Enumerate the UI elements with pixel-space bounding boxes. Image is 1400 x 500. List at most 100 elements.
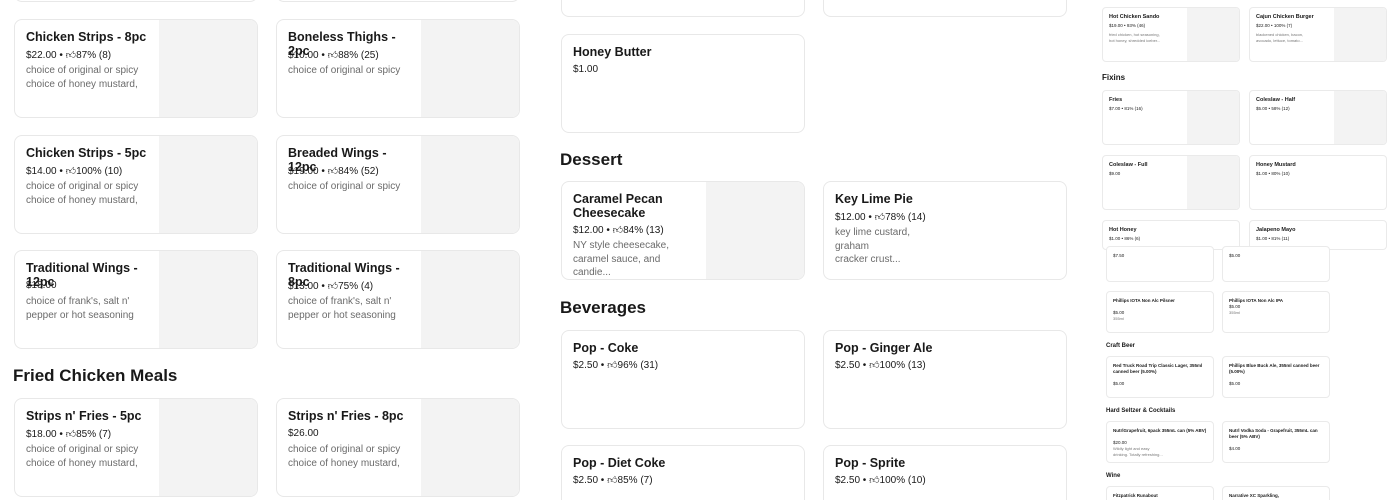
preview-item-card[interactable]: Honey Mustard $1.00 • 80% (10) — [1249, 155, 1387, 210]
item-image — [421, 251, 519, 348]
menu-item-card[interactable] — [276, 0, 520, 2]
item-price: $14.00 — [26, 166, 57, 177]
menu-page: Chicken Strips - 8pc $22.00 • 👍︎87% (8) … — [0, 0, 1400, 500]
item-image — [421, 399, 519, 496]
section-heading: Beverages — [560, 298, 647, 317]
thumbs-up-icon: 👍︎ — [869, 475, 880, 486]
item-price: $18.00 — [26, 429, 57, 440]
item-name: Chicken Strips - 8pc — [26, 30, 147, 44]
thumbs-up-icon: 👍︎ — [874, 212, 886, 223]
item-name: NutrlGrapefruit, 6pack 355mL can (5% ABV… — [1113, 428, 1207, 433]
preview-item-card[interactable]: Hot Chicken Sando $19.00 • 93% (46) frie… — [1102, 7, 1240, 62]
item-image — [706, 182, 804, 279]
item-image — [1334, 91, 1386, 144]
section-heading: Fixins — [1102, 73, 1126, 82]
item-name: Phillips IOTA Non Alc Pilsner — [1113, 298, 1175, 303]
menu-item-card[interactable]: Caramel Pecan Cheesecake $12.00 • 👍︎84% … — [561, 181, 805, 280]
item-price-rating: $22.00 • 👍︎87% (8) — [26, 50, 112, 61]
item-description: choice of original or spicy — [288, 64, 409, 78]
preview-item-card[interactable]: NutrlGrapefruit, 6pack 355mL can (5% ABV… — [1106, 421, 1214, 463]
item-price-rating: $19.00 • 👍︎84% (52) — [288, 166, 379, 177]
item-name: Narrative XC Sparkling, — [1229, 493, 1280, 498]
preview-item-card[interactable]: Phillips IOTA Non Alc IPA $5.00 355ml — [1222, 291, 1330, 333]
item-name: Pop - Diet Coke — [573, 456, 666, 470]
menu-item-card[interactable]: Traditional Wings - 8pc $13.00 • 👍︎75% (… — [276, 250, 520, 349]
item-price-rating: $2.50 • 👍︎85% (7) — [573, 475, 653, 486]
item-price: $2.50 — [835, 475, 861, 486]
item-meta: $1.00 • 86% (6) — [1109, 236, 1141, 241]
preview-item-card[interactable]: Narrative XC Sparkling, — [1222, 486, 1330, 500]
preview-item-card[interactable]: Red Truck Road Trip Classic Lager, 355ml… — [1106, 356, 1214, 398]
preview-item-card[interactable]: Coleslaw - Half $5.00 • 58% (12) — [1249, 90, 1387, 145]
item-description: Wildly light and easy drinking. Totally r… — [1113, 446, 1207, 457]
preview-item-card[interactable]: Coleslaw - Full $9.00 — [1102, 155, 1240, 210]
preview-item-card[interactable]: Fries $7.00 • 81% (16) — [1102, 90, 1240, 145]
item-meta: $5.00 — [1229, 304, 1241, 309]
menu-item-card[interactable]: Chicken Strips - 8pc $22.00 • 👍︎87% (8) … — [14, 19, 258, 118]
thumbs-up-icon: 👍︎ — [869, 360, 880, 371]
item-meta: $20.00 — [1113, 440, 1127, 445]
item-name: Phillips Blue Buck Ale, 355ml canned bee… — [1229, 363, 1320, 374]
menu-item-card[interactable]: Chicken Strips - 5pc $14.00 • 👍︎100% (10… — [14, 135, 258, 234]
thumbs-up-icon: 👍︎ — [327, 166, 339, 177]
preview-item-card[interactable]: Phillips IOTA Non Alc Pilsner $5.00 355m… — [1106, 291, 1214, 333]
desc-line: hot honey, shredded iceber... — [1109, 37, 1161, 43]
menu-item-card[interactable]: Honey Butter $1.00 — [561, 34, 805, 133]
menu-item-card[interactable] — [823, 0, 1067, 17]
item-description: choice of original or spicy choice of hon… — [26, 443, 147, 470]
menu-item-card[interactable]: Breaded Wings - 12pc $19.00 • 👍︎84% (52)… — [276, 135, 520, 234]
item-price: $26.00 — [288, 428, 319, 439]
item-meta: $1.00 • 80% (10) — [1256, 171, 1290, 176]
item-name: Caramel Pecan Cheesecake — [573, 192, 663, 220]
thumbs-up-icon: 👍︎ — [327, 281, 339, 292]
item-price-rating: $13.00 • 👍︎75% (4) — [288, 281, 374, 292]
desc-line: cracker crust... — [835, 254, 901, 265]
preview-item-card[interactable]: Fitzpatrick Runabout — [1106, 486, 1214, 500]
menu-item-card[interactable]: Key Lime Pie $12.00 • 👍︎78% (14) key lim… — [823, 181, 1067, 280]
desc-line: choice of frank's, salt n' — [288, 296, 392, 307]
preview-item-card[interactable]: Phillips Blue Buck Ale, 355ml canned bee… — [1222, 356, 1330, 398]
item-name: Phillips IOTA Non Alc IPA — [1229, 298, 1284, 303]
menu-item-card[interactable]: Pop - Ginger Ale $2.50 • 👍︎100% (13) — [823, 330, 1067, 429]
menu-item-card[interactable]: Traditional Wings - 12pc $18.00 choice o… — [14, 250, 258, 349]
item-image — [159, 399, 257, 496]
menu-item-card[interactable] — [561, 0, 805, 17]
menu-item-card[interactable]: Pop - Diet Coke $2.50 • 👍︎85% (7) — [561, 445, 805, 500]
item-price: $13.00 — [288, 281, 319, 292]
item-name: Pop - Ginger Ale — [835, 341, 933, 355]
item-name: Cajun Chicken Burger — [1256, 14, 1314, 20]
item-price: $1.00 — [573, 64, 599, 75]
item-description: 355ml — [1113, 316, 1124, 321]
item-price: $10.00 — [288, 50, 319, 61]
preview-item-card[interactable]: Cajun Chicken Burger $22.00 • 100% (7) b… — [1249, 7, 1387, 62]
preview-item-card[interactable]: $5.00 — [1222, 246, 1330, 282]
menu-item-card[interactable]: Strips n' Fries - 8pc $26.00 choice of o… — [276, 398, 520, 497]
desc-line: choice of original or spicy — [288, 65, 401, 76]
item-image — [1334, 8, 1386, 61]
desc-line: choice of honey mustard, — [26, 457, 138, 469]
item-description: NY style cheesecake, caramel sauce, and c… — [573, 239, 694, 279]
desc-line: avocado, lettuce, tomato... — [1256, 37, 1303, 43]
item-meta: $7.00 • 81% (16) — [1109, 106, 1143, 111]
item-rating: 96% (31) — [617, 360, 659, 371]
item-price-rating: $10.00 • 👍︎88% (25) — [288, 50, 379, 61]
preview-item-card[interactable]: $7.50 — [1106, 246, 1214, 282]
desc-line: caramel sauce, and candie... — [573, 253, 661, 279]
menu-item-card[interactable]: Pop - Sprite $2.50 • 👍︎100% (10) — [823, 445, 1067, 500]
menu-item-card[interactable]: Strips n' Fries - 5pc $18.00 • 👍︎85% (7)… — [14, 398, 258, 497]
item-rating: 75% (4) — [338, 281, 374, 292]
menu-item-card[interactable]: Pop - Coke $2.50 • 👍︎96% (31) — [561, 330, 805, 429]
item-description: choice of original or spicy choice of hon… — [288, 443, 409, 470]
item-meta: $1.00 • 81% (11) — [1256, 236, 1290, 241]
menu-item-card[interactable] — [14, 0, 258, 2]
preview-item-card[interactable]: Nutrl Vodka Soda - Grapefruit, 355mL can… — [1222, 421, 1330, 463]
item-rating: 85% (7) — [617, 475, 653, 486]
thumbs-up-icon: 👍︎ — [65, 166, 77, 177]
thumbs-up-icon: 👍︎ — [327, 50, 339, 61]
menu-item-card[interactable]: Boneless Thighs - 2pc $10.00 • 👍︎88% (25… — [276, 19, 520, 118]
section-heading: Fried Chicken Meals — [13, 366, 178, 385]
item-price-rating: $2.50 • 👍︎100% (13) — [835, 360, 926, 371]
item-name: Chicken Strips - 5pc — [26, 146, 147, 160]
item-price-rating: $12.00 • 👍︎78% (14) — [835, 212, 926, 223]
item-price-rating: $2.50 • 👍︎100% (10) — [835, 475, 926, 486]
